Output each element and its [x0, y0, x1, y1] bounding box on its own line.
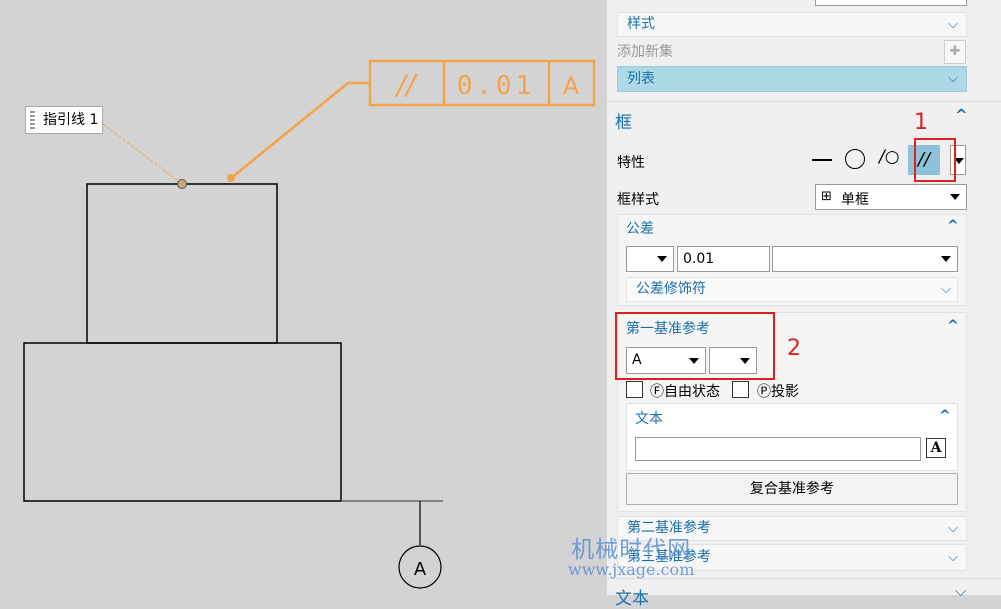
fcf-tolerance: 0.01: [457, 71, 536, 101]
material-modifier-dropdown[interactable]: [772, 246, 958, 272]
leader-label-tag[interactable]: 指引线 1: [25, 106, 103, 134]
caret-down-icon: [950, 194, 960, 200]
drawing-svg: // 0.01 A A: [23, 59, 596, 589]
property-label: 特性: [617, 155, 645, 171]
free-state-label: Ⓕ自由状态: [650, 384, 720, 400]
tolerance-modifier-label: 公差修饰符: [636, 281, 706, 297]
list-row[interactable]: 列表 ⌵: [617, 66, 967, 92]
tolerance-zone-dropdown[interactable]: [626, 246, 674, 272]
leader-point[interactable]: [177, 179, 187, 189]
style-row[interactable]: 样式 ⌵: [617, 12, 967, 37]
add-new-set-label: 添加新集: [617, 44, 673, 60]
grip-handle-icon[interactable]: [30, 111, 35, 129]
highlight-box-2: [615, 312, 775, 380]
style-row-label: 样式: [627, 16, 655, 32]
projected-checkbox[interactable]: [732, 381, 749, 398]
drawing-canvas[interactable]: // 0.01 A A 指引线 1: [0, 0, 605, 595]
projected-label: Ⓟ投影: [757, 384, 799, 400]
frame-style-label: 框样式: [617, 192, 659, 208]
chevron-down-icon[interactable]: ⌵: [955, 582, 966, 600]
watermark-url: www.jxage.com: [568, 560, 695, 579]
divider: [607, 101, 1001, 102]
single-frame-icon: ⊞: [821, 189, 832, 204]
leader-label-text: 指引线 1: [43, 112, 99, 128]
chevron-down-icon: ⌵: [941, 282, 951, 297]
datum-letter: A: [414, 559, 427, 580]
fcf-datum: A: [563, 72, 580, 100]
chevron-down-icon: ⌵: [948, 17, 958, 32]
chevron-down-icon: ⌵: [948, 550, 958, 565]
circularity-icon[interactable]: [845, 149, 865, 169]
highlight-box-1: [914, 138, 956, 182]
caret-down-icon: [941, 256, 951, 262]
caret-down-icon: [657, 256, 667, 262]
upper-block: [86, 183, 278, 344]
top-cutoff-dropdown[interactable]: [815, 0, 967, 6]
text-section-bottom-title[interactable]: 文本: [615, 584, 649, 609]
tolerance-modifier-row[interactable]: 公差修饰符 ⌵: [626, 277, 958, 302]
datum-text-input[interactable]: [635, 437, 921, 461]
tolerance-value-input[interactable]: 0.01: [677, 246, 770, 272]
frame-section-title[interactable]: 框: [615, 108, 632, 133]
straightness-icon[interactable]: [812, 159, 832, 161]
chevron-down-icon: ⌵: [948, 521, 958, 536]
annotation-number-2: 2: [787, 336, 801, 361]
fcf-leader-line: [229, 81, 370, 180]
text-section-title[interactable]: 文本: [635, 408, 663, 428]
cylindricity-icon[interactable]: /○: [879, 147, 900, 167]
composite-datum-button[interactable]: 复合基准参考: [626, 473, 958, 505]
lower-block: [23, 342, 342, 502]
fcf-leader-arrow: [227, 174, 235, 182]
chevron-down-icon: ⌵: [948, 71, 958, 86]
label-connector: [102, 123, 183, 185]
chevron-up-icon[interactable]: ^: [947, 218, 959, 234]
chevron-up-icon[interactable]: ^: [947, 318, 959, 334]
frame-style-value: 单框: [841, 192, 869, 208]
watermark: 机械时代网 www.jxage.com: [568, 536, 694, 578]
feature-control-frame[interactable]: // 0.01 A: [368, 59, 596, 107]
fcf-symbol: //: [394, 68, 418, 101]
text-style-icon[interactable]: A: [926, 438, 946, 458]
property-panel: 样式 ⌵ 添加新集 ✚ 列表 ⌵ 框 ^ 特性 /○ // 1 框样式 ⊞ 单框…: [607, 0, 1001, 609]
chevron-up-icon[interactable]: ^: [939, 408, 951, 424]
frame-style-dropdown[interactable]: ⊞ 单框: [815, 184, 967, 210]
add-set-icon[interactable]: ✚: [944, 40, 966, 64]
tolerance-section-title[interactable]: 公差: [626, 218, 654, 238]
chevron-up-icon[interactable]: ^: [955, 106, 968, 124]
free-state-checkbox[interactable]: [626, 381, 643, 398]
list-row-label: 列表: [627, 71, 655, 87]
annotation-number-1: 1: [914, 110, 928, 135]
